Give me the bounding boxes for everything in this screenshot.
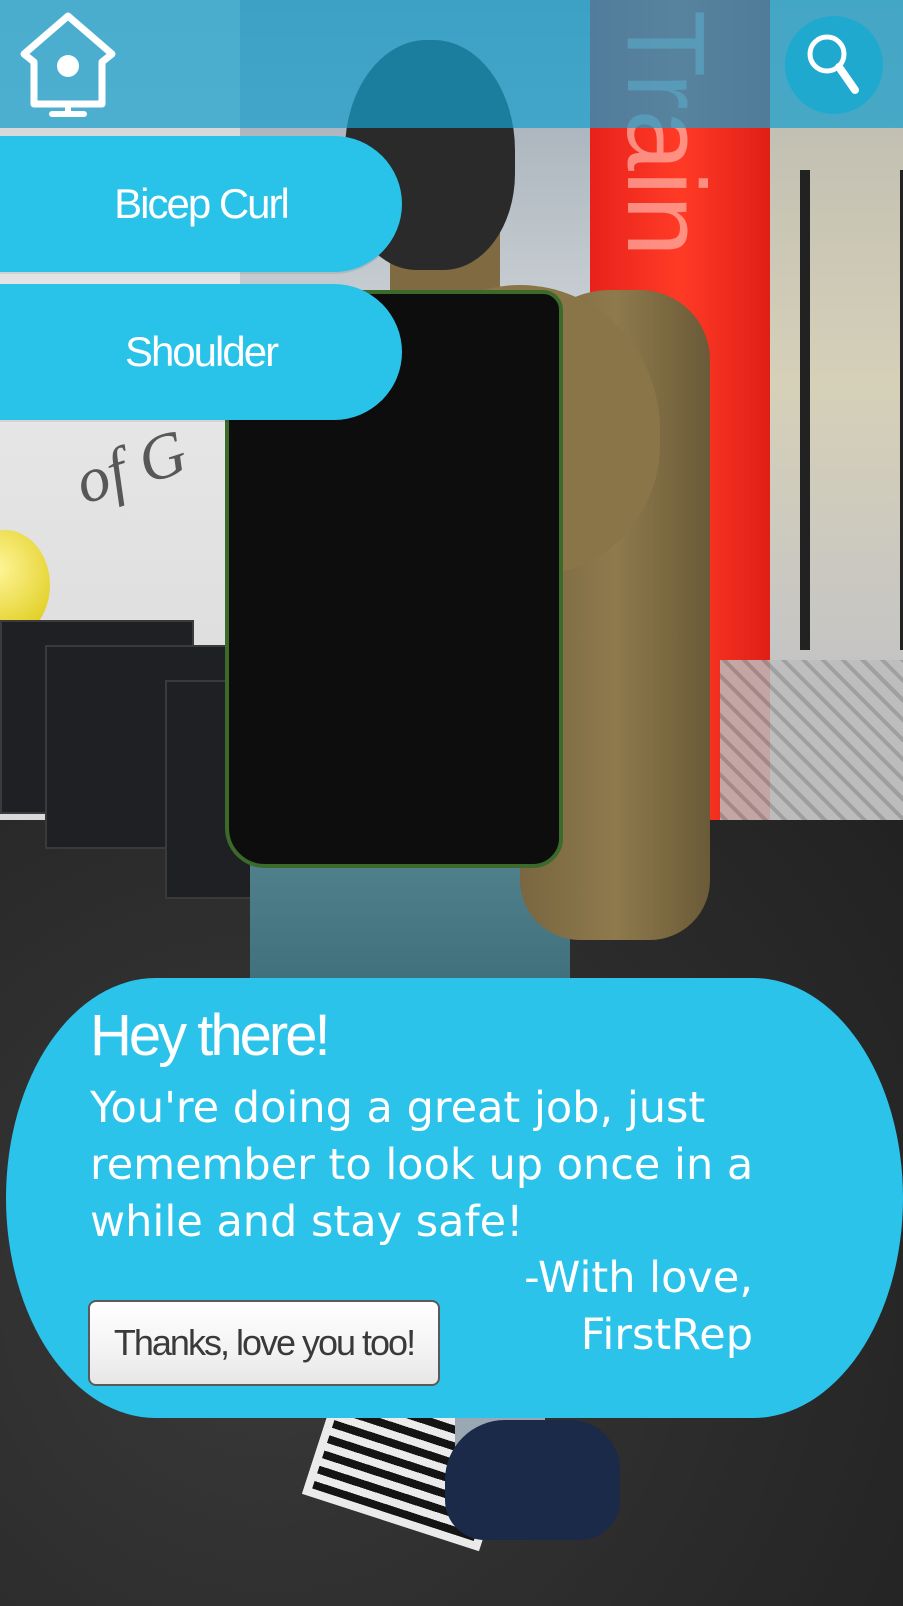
- top-bar: [0, 0, 903, 128]
- birdhouse-home-icon: [20, 12, 116, 117]
- home-button[interactable]: [16, 10, 120, 118]
- message-signature: -With love, FirstRep: [524, 1250, 753, 1364]
- acknowledge-button[interactable]: Thanks, love you too!: [88, 1300, 440, 1386]
- avatar-shoe: [445, 1420, 620, 1540]
- signature-line-1: -With love,: [524, 1253, 753, 1303]
- signature-line-2: FirstRep: [580, 1310, 753, 1360]
- search-button[interactable]: [785, 16, 883, 114]
- message-title: Hey there!: [90, 1003, 331, 1068]
- bicep-curl-button[interactable]: Bicep Curl: [0, 136, 402, 272]
- safety-message-bubble: Hey there! You're doing a great job, jus…: [6, 978, 903, 1418]
- weight-rack: [800, 170, 903, 650]
- shoulder-button[interactable]: Shoulder: [0, 284, 402, 420]
- message-body: You're doing a great job, just remember …: [90, 1083, 754, 1247]
- magnifier-search-icon: [807, 34, 859, 94]
